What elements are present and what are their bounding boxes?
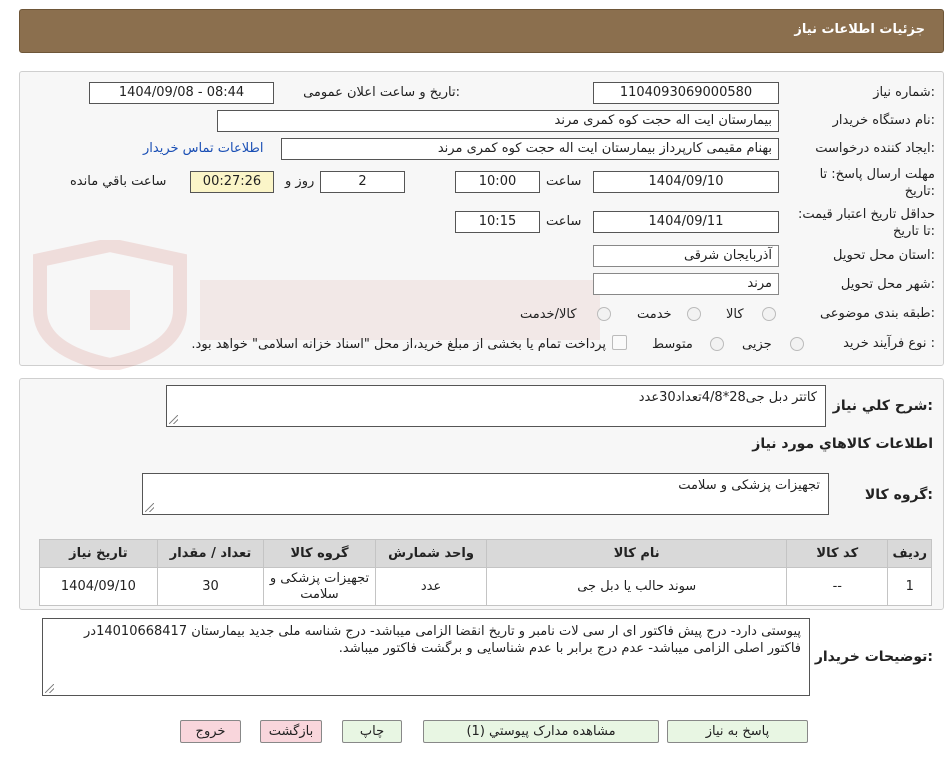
deadline-time-label: ساعت <box>546 174 582 189</box>
exit-button[interactable]: خروج <box>180 720 241 743</box>
process-radio-minor[interactable] <box>790 337 804 351</box>
cell-group: تجهیزات پزشکی و سلامت <box>263 567 376 606</box>
notes-field: پیوستی دارد- درج پیش فاکتور ای ار سی لات… <box>42 618 810 696</box>
col-qty: تعداد / مقدار <box>156 539 265 568</box>
cell-name: سوند حالب یا دبل جی <box>486 567 788 606</box>
process-label: نوع فرآیند خرید : <box>843 336 935 351</box>
back-button[interactable]: بازگشت <box>260 720 322 743</box>
cell-row: 1 <box>887 567 932 606</box>
resize-grip-icon <box>169 415 178 424</box>
category-radio-both[interactable] <box>597 307 611 321</box>
category-option-goods: کالا <box>726 307 744 322</box>
deadline-date-field: 1404/09/10 <box>593 171 779 193</box>
category-option-both: کالا/خدمت <box>520 307 577 322</box>
col-name: نام کالا <box>486 539 788 568</box>
page-title: جزئیات اطلاعات نیاز <box>794 22 925 37</box>
remaining-time-field: 00:27:26 <box>190 171 274 193</box>
notes-text: پیوستی دارد- درج پیش فاکتور ای ار سی لات… <box>84 624 801 656</box>
summary-label: شرح کلي نياز: <box>832 398 933 414</box>
treasury-note: پرداخت تمام یا بخشی از مبلغ خرید،از محل … <box>191 337 606 352</box>
category-option-service: خدمت <box>637 307 672 322</box>
validity-date-field: 1404/09/11 <box>593 211 779 233</box>
category-radio-service[interactable] <box>687 307 701 321</box>
summary-field: کاتتر دبل جی28*4/8تعداد30عدد <box>166 385 826 427</box>
days-label: روز و <box>285 174 315 189</box>
cell-qty: 30 <box>156 567 265 606</box>
process-option-minor: جزیی <box>742 337 772 352</box>
cell-code: -- <box>786 567 889 606</box>
reply-button[interactable]: پاسخ به نياز <box>667 720 808 743</box>
process-radio-medium[interactable] <box>710 337 724 351</box>
creator-label: ایجاد کننده درخواست: <box>815 141 935 156</box>
summary-text: کاتتر دبل جی28*4/8تعداد30عدد <box>638 390 817 405</box>
deadline-time-field: 10:00 <box>455 171 540 193</box>
validity-time-field: 10:15 <box>455 211 540 233</box>
need-number-field: 1104093069000580 <box>593 82 779 104</box>
items-title: اطلاعات کالاهاي مورد نياز <box>752 436 933 452</box>
buyer-org-label: نام دستگاه خریدار: <box>832 113 935 128</box>
process-option-medium: متوسط <box>652 337 693 352</box>
page-header: جزئیات اطلاعات نیاز <box>19 9 944 53</box>
col-unit: واحد شمارش <box>374 539 488 568</box>
validity-label: حداقل تاریخ اعتبار قیمت: تا تاریخ: <box>797 207 935 239</box>
validity-time-label: ساعت <box>546 214 582 229</box>
cell-unit: عدد <box>374 567 488 606</box>
province-field: آذربایجان شرقی <box>593 245 779 267</box>
creator-field: بهنام مقیمی کارپرداز بیمارستان ایت اله ح… <box>281 138 779 160</box>
table-row: 1 -- سوند حالب یا دبل جی عدد تجهیزات پزش… <box>39 567 932 606</box>
col-group: گروه کالا <box>263 539 376 568</box>
resize-grip-icon <box>145 503 154 512</box>
city-field: مرند <box>593 273 779 295</box>
col-code: کد کالا <box>786 539 889 568</box>
treasury-checkbox[interactable] <box>612 335 627 350</box>
days-field: 2 <box>320 171 405 193</box>
items-table: رديف کد کالا نام کالا واحد شمارش گروه کا… <box>39 539 932 606</box>
category-radio-goods[interactable] <box>762 307 776 321</box>
group-field: تجهیزات پزشکی و سلامت <box>142 473 829 515</box>
view-attachments-button[interactable]: مشاهده مدارک پيوستي (1) <box>423 720 659 743</box>
announce-label: تاریخ و ساعت اعلان عمومی: <box>303 85 460 100</box>
table-header-row: رديف کد کالا نام کالا واحد شمارش گروه کا… <box>39 539 932 568</box>
category-label: طبقه بندی موضوعی: <box>819 306 935 321</box>
buyer-contact-link[interactable]: اطلاعات تماس خریدار <box>143 141 263 156</box>
cell-date: 1404/09/10 <box>39 567 158 606</box>
notes-label: توضیحات خریدار: <box>814 649 933 665</box>
announce-field: 1404/09/08 - 08:44 <box>89 82 274 104</box>
resize-grip-icon <box>45 684 54 693</box>
group-label: گروه کالا: <box>864 487 933 503</box>
buyer-org-field: بیمارستان ایت اله حجت کوه کمری مرند <box>217 110 779 132</box>
need-number-label: شماره نیاز: <box>873 85 935 100</box>
print-button[interactable]: چاپ <box>342 720 402 743</box>
group-text: تجهیزات پزشکی و سلامت <box>678 478 820 493</box>
col-row: رديف <box>887 539 932 568</box>
deadline-label: مهلت ارسال پاسخ: تا تاریخ: <box>819 167 935 199</box>
col-date: تاریخ نیاز <box>39 539 158 568</box>
province-label: استان محل تحویل: <box>833 248 935 263</box>
city-label: شهر محل تحویل: <box>840 277 935 292</box>
remaining-time-label: ساعت باقي مانده <box>70 174 167 189</box>
